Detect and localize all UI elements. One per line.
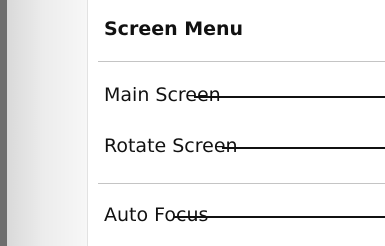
menu-icon-gutter — [7, 0, 88, 246]
screen-menu: Screen Menu Main Screen Rotate Screen Au… — [88, 0, 385, 246]
callout-line-rotate-screen — [222, 147, 385, 149]
window-left-border — [0, 0, 7, 246]
callout-line-auto-focus — [174, 216, 385, 218]
menu-divider — [98, 61, 385, 62]
menu-item-main-screen[interactable]: Main Screen — [104, 82, 221, 108]
menu-header: Screen Menu — [104, 18, 244, 40]
menu-item-auto-focus[interactable]: Auto Focus — [104, 202, 208, 228]
menu-item-rotate-screen[interactable]: Rotate Screen — [104, 133, 238, 159]
menu-divider — [98, 183, 385, 184]
callout-line-main-screen — [194, 96, 385, 98]
